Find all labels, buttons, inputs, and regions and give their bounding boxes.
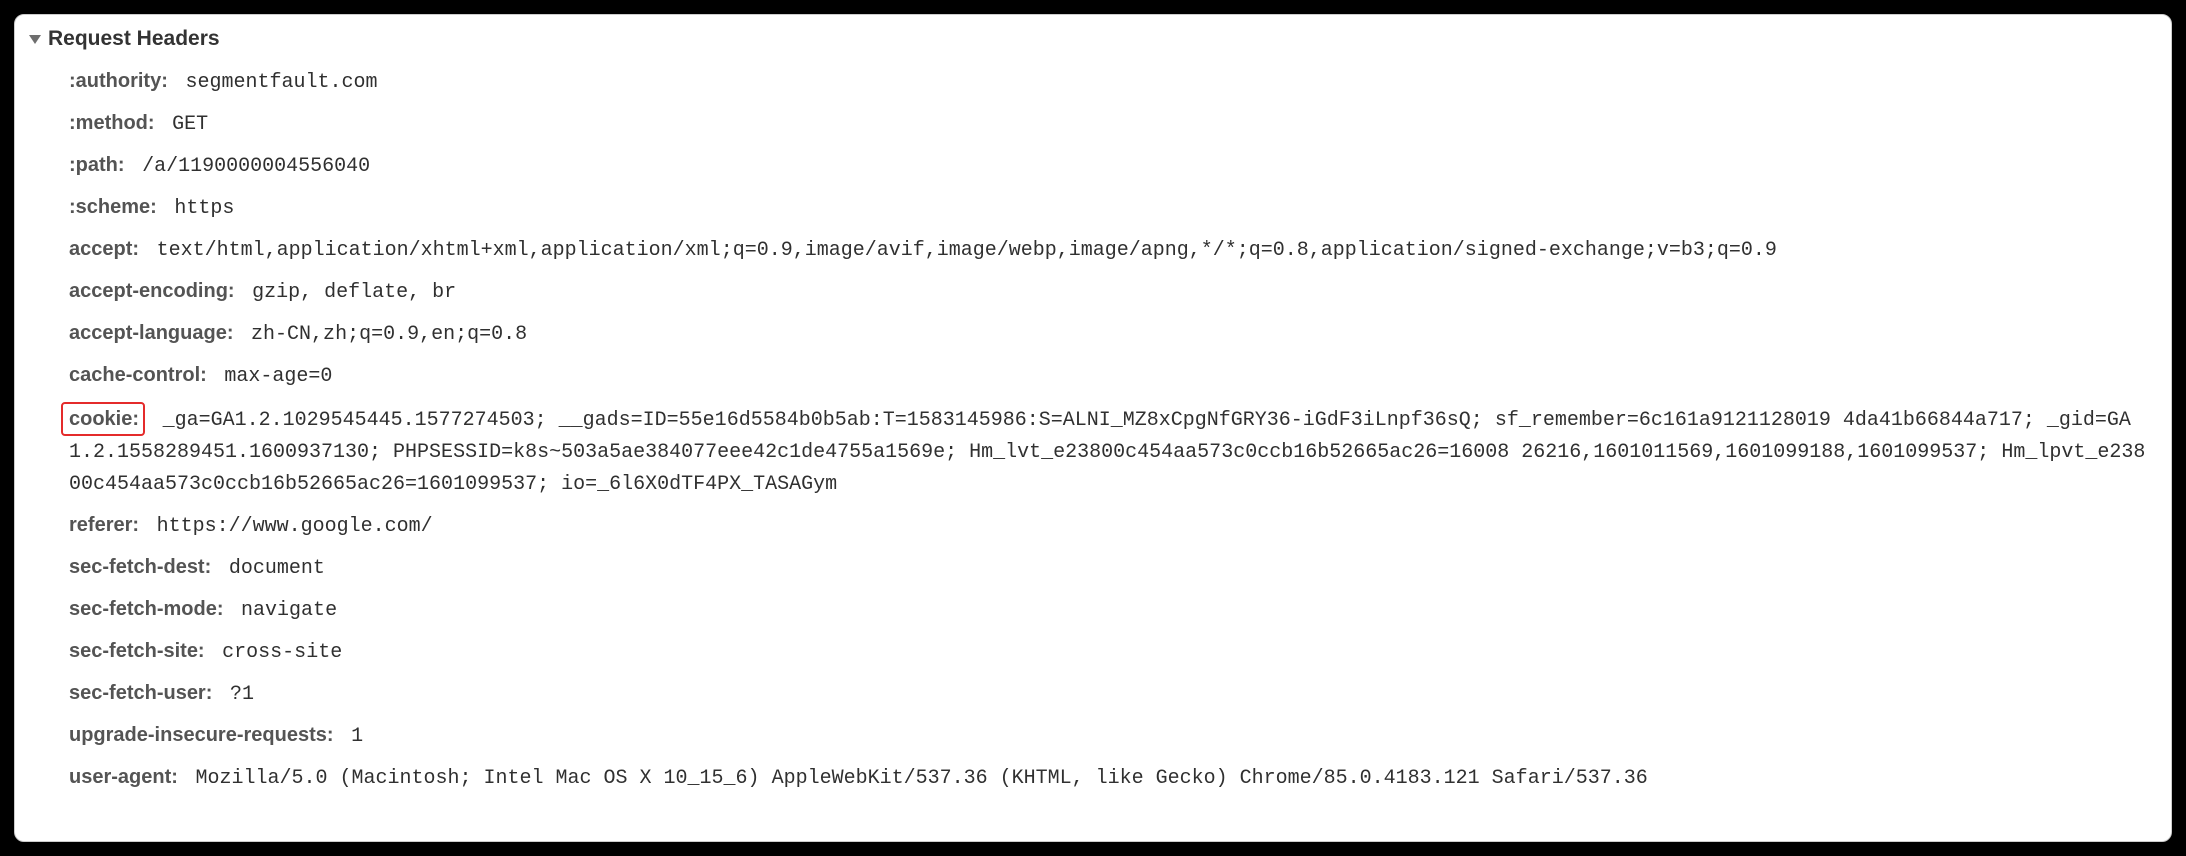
header-row-sec-fetch-mode: sec-fetch-mode: navigate [51, 589, 2171, 631]
header-value: https [162, 197, 234, 220]
header-name: :method: [69, 112, 155, 134]
header-row-sec-fetch-dest: sec-fetch-dest: document [51, 547, 2171, 589]
header-row-sec-fetch-user: sec-fetch-user: ?1 [51, 673, 2171, 715]
header-row-cache-control: cache-control: max-age=0 [51, 355, 2171, 397]
cookie-highlight-box: cookie: [61, 402, 145, 436]
header-value: Mozilla/5.0 (Macintosh; Intel Mac OS X 1… [183, 767, 1647, 790]
header-value: zh-CN,zh;q=0.9,en;q=0.8 [239, 323, 527, 346]
header-value: cross-site [210, 641, 342, 664]
header-name: sec-fetch-user: [69, 682, 212, 704]
header-value: /a/1190000004556040 [130, 155, 370, 178]
header-value: https://www.google.com/ [145, 515, 433, 538]
header-row-cookie: cookie: _ga=GA1.2.1029545445.1577274503;… [51, 397, 2171, 505]
header-value: segmentfault.com [173, 71, 377, 94]
header-row-user-agent: user-agent: Mozilla/5.0 (Macintosh; Inte… [51, 757, 2171, 799]
header-row-sec-fetch-site: sec-fetch-site: cross-site [51, 631, 2171, 673]
header-row-path: :path: /a/1190000004556040 [51, 145, 2171, 187]
section-title: Request Headers [48, 27, 220, 51]
header-row-method: :method: GET [51, 103, 2171, 145]
header-row-scheme: :scheme: https [51, 187, 2171, 229]
request-headers-panel: Request Headers :authority: segmentfault… [14, 14, 2172, 842]
header-row-accept-language: accept-language: zh-CN,zh;q=0.9,en;q=0.8 [51, 313, 2171, 355]
header-value: text/html,application/xhtml+xml,applicat… [145, 239, 1777, 262]
header-row-authority: :authority: segmentfault.com [51, 61, 2171, 103]
header-name: cookie: [69, 408, 139, 430]
header-name: upgrade-insecure-requests: [69, 724, 334, 746]
header-name: referer: [69, 514, 139, 536]
header-row-accept: accept: text/html,application/xhtml+xml,… [51, 229, 2171, 271]
header-value: document [217, 557, 325, 580]
header-name: user-agent: [69, 766, 178, 788]
header-name: accept-language: [69, 322, 233, 344]
header-value: 1 [339, 725, 363, 748]
header-value: GET [160, 113, 208, 136]
header-name: sec-fetch-mode: [69, 598, 223, 620]
collapse-triangle-icon [29, 35, 41, 44]
header-name: sec-fetch-site: [69, 640, 205, 662]
header-name: :path: [69, 154, 125, 176]
header-name: sec-fetch-dest: [69, 556, 211, 578]
headers-list: :authority: segmentfault.com :method: GE… [15, 61, 2171, 799]
header-value: gzip, deflate, br [240, 281, 456, 304]
header-value: _ga=GA1.2.1029545445.1577274503; __gads=… [69, 409, 2145, 496]
header-value: navigate [229, 599, 337, 622]
header-row-accept-encoding: accept-encoding: gzip, deflate, br [51, 271, 2171, 313]
header-name: :scheme: [69, 196, 157, 218]
header-name: :authority: [69, 70, 168, 92]
header-name: accept: [69, 238, 139, 260]
header-value: ?1 [218, 683, 254, 706]
header-row-referer: referer: https://www.google.com/ [51, 505, 2171, 547]
header-row-upgrade-insecure-requests: upgrade-insecure-requests: 1 [51, 715, 2171, 757]
header-name: cache-control: [69, 364, 207, 386]
header-value: max-age=0 [212, 365, 332, 388]
header-name: accept-encoding: [69, 280, 235, 302]
request-headers-toggle[interactable]: Request Headers [15, 25, 2171, 61]
